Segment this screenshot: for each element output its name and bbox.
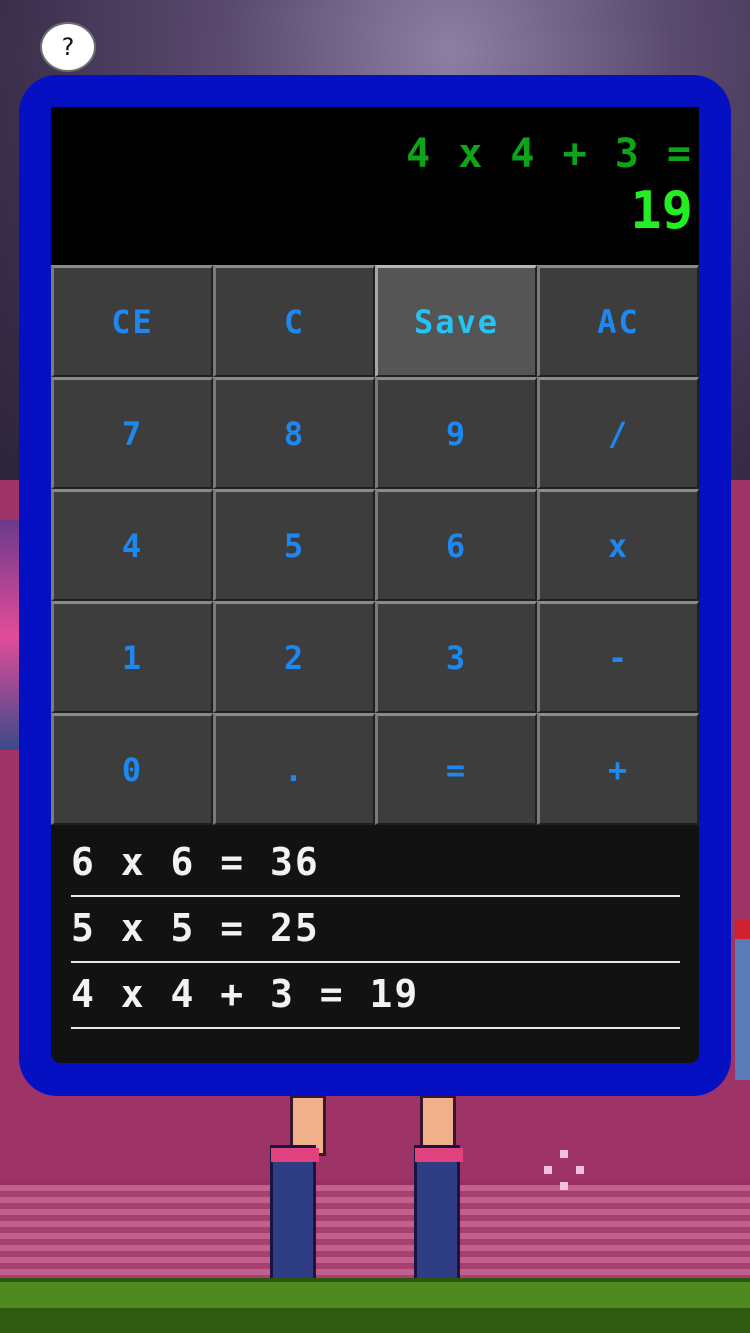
- digit-7-button[interactable]: 7: [51, 377, 213, 489]
- history-item[interactable]: 5 x 5 = 25: [71, 899, 680, 963]
- digit-8-button[interactable]: 8: [213, 377, 375, 489]
- decimal-point-button[interactable]: .: [213, 713, 375, 825]
- multiply-button[interactable]: x: [537, 489, 699, 601]
- display-expression: 4 x 4 + 3 =: [406, 131, 693, 177]
- history-list: 6 x 6 = 36 5 x 5 = 25 4 x 4 + 3 = 19: [51, 825, 699, 1063]
- subtract-button[interactable]: -: [537, 601, 699, 713]
- calculator-body: 4 x 4 + 3 = 19 CE C Save AC 7 8 9/ 4 5 6 x 1 2 3- 0. = +…: [51, 107, 699, 1063]
- digit-4-button[interactable]: 4: [51, 489, 213, 601]
- digit-1-button[interactable]: 1: [51, 601, 213, 713]
- background-machine-right: [735, 920, 750, 1080]
- digit-3-button[interactable]: 3: [375, 601, 537, 713]
- history-item[interactable]: 6 x 6 = 36: [71, 833, 680, 897]
- calculator-display: 4 x 4 + 3 = 19: [51, 107, 699, 265]
- save-button[interactable]: Save: [375, 265, 537, 377]
- clear-button[interactable]: C: [213, 265, 375, 377]
- equals-button[interactable]: =: [375, 713, 537, 825]
- digit-6-button[interactable]: 6: [375, 489, 537, 601]
- help-label: ?: [61, 33, 75, 61]
- add-button[interactable]: +: [537, 713, 699, 825]
- background-stripes: [0, 1185, 750, 1280]
- clear-entry-button[interactable]: CE: [51, 265, 213, 377]
- background-character-leg-left: [268, 1095, 326, 1281]
- calculator: 4 x 4 + 3 = 19 CE C Save AC 7 8 9/ 4 5 6 x 1 2 3- 0. = +…: [19, 75, 731, 1096]
- background-sparkle-icon: [544, 1150, 584, 1190]
- background-ground-shadow: [0, 1308, 750, 1333]
- help-button[interactable]: ?: [40, 22, 96, 72]
- digit-9-button[interactable]: 9: [375, 377, 537, 489]
- all-clear-button[interactable]: AC: [537, 265, 699, 377]
- digit-2-button[interactable]: 2: [213, 601, 375, 713]
- background-character-leg-right: [412, 1095, 463, 1281]
- history-item[interactable]: 4 x 4 + 3 = 19: [71, 965, 680, 1029]
- digit-5-button[interactable]: 5: [213, 489, 375, 601]
- digit-0-button[interactable]: 0: [51, 713, 213, 825]
- divide-button[interactable]: /: [537, 377, 699, 489]
- keypad: CE C Save AC 7 8 9/ 4 5 6 x 1 2 3- 0. = +: [51, 265, 699, 825]
- display-result: 19: [630, 181, 693, 241]
